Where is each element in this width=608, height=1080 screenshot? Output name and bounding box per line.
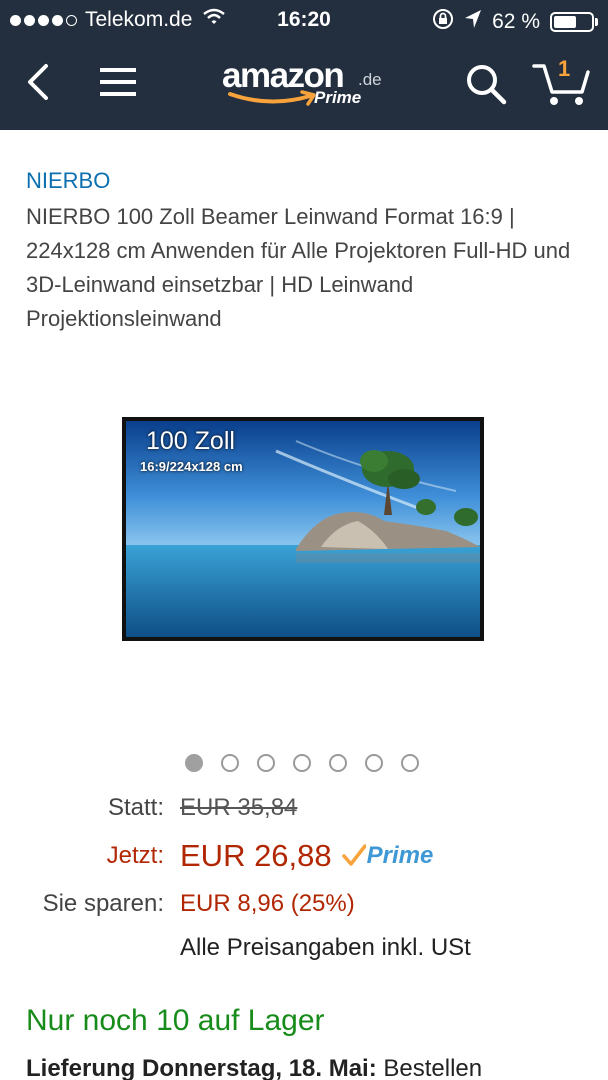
current-price-label: Jetzt: — [106, 842, 164, 869]
status-time: 16:20 — [277, 8, 331, 31]
was-price-value: EUR 35,84 — [180, 794, 298, 821]
image-caption-size: 16:9/224x128 cm — [140, 459, 243, 474]
product-title: NIERBO 100 Zoll Beamer Leinwand Format 1… — [26, 204, 571, 331]
orientation-lock-icon — [432, 8, 454, 36]
status-left: Telekom.de — [10, 8, 226, 32]
status-right: 62 % — [432, 8, 598, 36]
delivery-date: Lieferung Donnerstag, 18. Mai: — [26, 1055, 377, 1080]
current-price-row: Jetzt: EUR 26,88 Prime — [0, 838, 434, 874]
chevron-left-icon — [28, 64, 48, 100]
image-caption-title: 100 Zoll — [146, 427, 235, 455]
search-icon — [467, 65, 507, 105]
product-image-screen: 100 Zoll 16:9/224x128 cm — [126, 421, 480, 637]
cart-count-badge: 1 — [558, 56, 571, 81]
battery-percent: 62 % — [492, 10, 540, 33]
search-button[interactable] — [464, 62, 508, 106]
prime-checkmark-icon — [341, 844, 366, 866]
logo-prime: Prime — [314, 88, 362, 107]
menu-button[interactable] — [100, 64, 138, 100]
delivery-info: Lieferung Donnerstag, 18. Mai: Bestellen — [26, 1055, 586, 1080]
prime-label: Prime — [366, 842, 434, 869]
pager-dot[interactable] — [185, 754, 203, 772]
pager-dot[interactable] — [365, 754, 383, 772]
signal-dot — [38, 14, 49, 26]
amazon-smile-icon — [228, 90, 316, 106]
tax-note: Alle Preisangaben inkl. USt — [180, 934, 471, 961]
was-price-row: Statt: EUR 35,84 — [0, 794, 297, 822]
pager-dot[interactable] — [401, 754, 419, 772]
wifi-icon — [202, 8, 226, 32]
hamburger-menu-icon — [100, 68, 136, 96]
status-bar: Telekom.de 16:20 62 % — [0, 0, 608, 40]
signal-strength-icon — [10, 14, 77, 26]
amazon-prime-logo[interactable]: amazon .de Prime — [222, 52, 392, 118]
brand-link[interactable]: NIERBO — [26, 168, 110, 194]
signal-dot — [52, 14, 63, 26]
carrier-name: Telekom.de — [85, 8, 193, 31]
delivery-order-text: Bestellen — [383, 1055, 483, 1080]
pager-dot[interactable] — [257, 754, 275, 772]
location-arrow-icon — [464, 9, 482, 35]
current-price-value: EUR 26,88 — [180, 838, 332, 873]
signal-dot — [10, 14, 21, 26]
back-button[interactable] — [22, 62, 58, 102]
navigation-bar: amazon .de Prime 1 — [0, 40, 608, 130]
prime-badge: Prime — [341, 842, 434, 870]
stock-status: Nur noch 10 auf Lager — [26, 1004, 325, 1037]
signal-dot — [24, 14, 35, 26]
pager-dot[interactable] — [221, 754, 239, 772]
savings-value: EUR 8,96 (25%) — [180, 890, 355, 917]
product-image[interactable]: 100 Zoll 16:9/224x128 cm — [122, 417, 484, 641]
cart-button[interactable]: 1 — [532, 56, 592, 108]
image-pager[interactable] — [185, 754, 419, 772]
battery-fill — [554, 16, 577, 28]
pager-dot[interactable] — [293, 754, 311, 772]
was-price-label: Statt: — [107, 794, 164, 821]
savings-row: Sie sparen: EUR 8,96 (25%) — [0, 890, 355, 918]
savings-label: Sie sparen: — [42, 890, 164, 917]
battery-icon — [550, 12, 598, 32]
pager-dot[interactable] — [329, 754, 347, 772]
signal-dot — [66, 14, 77, 26]
logo-domain: .de — [358, 70, 382, 89]
